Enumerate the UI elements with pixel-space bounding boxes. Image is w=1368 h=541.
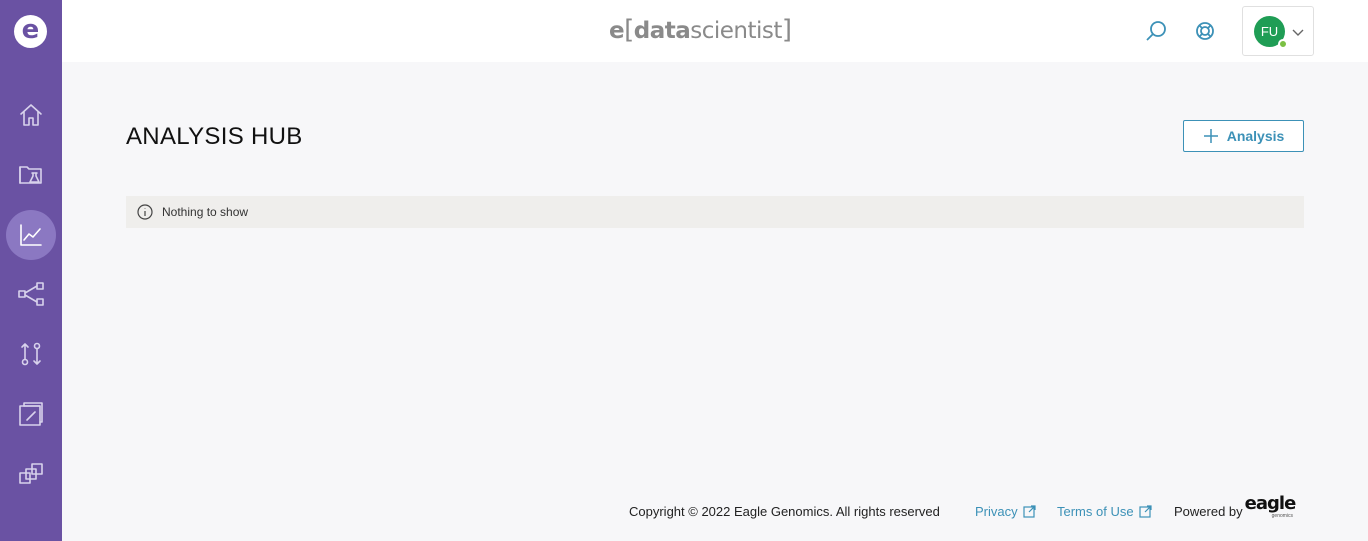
- eagle-genomics-logo: eagle genomics: [1245, 493, 1302, 523]
- empty-state-message: Nothing to show: [162, 205, 249, 219]
- brand-open-bracket: [: [624, 15, 634, 45]
- sidebar-item-analysis-hub[interactable]: [6, 210, 56, 260]
- page-title: ANALYSIS HUB: [126, 123, 303, 150]
- lifebuoy-icon: [1196, 22, 1214, 40]
- search-button[interactable]: [1141, 16, 1171, 46]
- sidebar: e: [0, 0, 62, 541]
- user-menu[interactable]: FU: [1242, 6, 1314, 56]
- add-analysis-button[interactable]: Analysis: [1183, 120, 1304, 152]
- book-icon: [19, 402, 43, 426]
- help-button[interactable]: [1190, 16, 1220, 46]
- stacked-squares-icon: [19, 463, 43, 484]
- brand-close-bracket: ]: [781, 15, 792, 45]
- terms-link-label: Terms of Use: [1057, 503, 1134, 519]
- external-link-icon: [1138, 504, 1152, 518]
- transfer-arrows-icon: [21, 342, 41, 366]
- sidebar-item-transfers[interactable]: [6, 329, 56, 379]
- app-logo[interactable]: e: [14, 15, 47, 48]
- brand-scientist: scientist: [690, 18, 782, 44]
- brand-wordmark: e[datascientist]: [609, 15, 792, 45]
- info-icon: [137, 204, 153, 220]
- sidebar-item-workflows[interactable]: [6, 269, 56, 319]
- plus-icon: [1203, 129, 1218, 143]
- sidebar-item-data-explorer[interactable]: [6, 150, 56, 200]
- powered-by-label: Powered by: [1174, 503, 1243, 519]
- external-link-icon: [1023, 504, 1036, 518]
- eagle-wordmark: eagle: [1244, 493, 1297, 514]
- empty-state-notice: Nothing to show: [126, 196, 1304, 228]
- privacy-link-label: Privacy: [975, 503, 1018, 519]
- sidebar-item-reports[interactable]: [6, 389, 56, 439]
- footer-copyright: Copyright © 2022 Eagle Genomics. All rig…: [629, 503, 940, 519]
- privacy-link[interactable]: Privacy: [975, 500, 1036, 522]
- brand-data: data: [633, 18, 691, 44]
- online-status-dot: [1278, 39, 1288, 49]
- terms-of-use-link[interactable]: Terms of Use: [1057, 500, 1152, 522]
- folder-flask-icon: [19, 166, 42, 184]
- add-analysis-label: Analysis: [1226, 128, 1285, 144]
- brand-e: e: [609, 18, 625, 44]
- sidebar-item-integrations[interactable]: [6, 449, 56, 499]
- home-icon: [20, 104, 42, 126]
- search-icon: [1146, 21, 1166, 41]
- share-nodes-icon: [18, 282, 44, 306]
- sidebar-item-home[interactable]: [6, 90, 56, 140]
- app-logo-letter: e: [21, 15, 40, 45]
- top-header: e[datascientist] FU: [62, 0, 1368, 62]
- eagle-sub: genomics: [1271, 513, 1294, 519]
- chevron-down-icon: [1290, 24, 1306, 40]
- line-chart-icon: [20, 224, 42, 246]
- powered-by: Powered by eagle genomics: [1174, 493, 1302, 523]
